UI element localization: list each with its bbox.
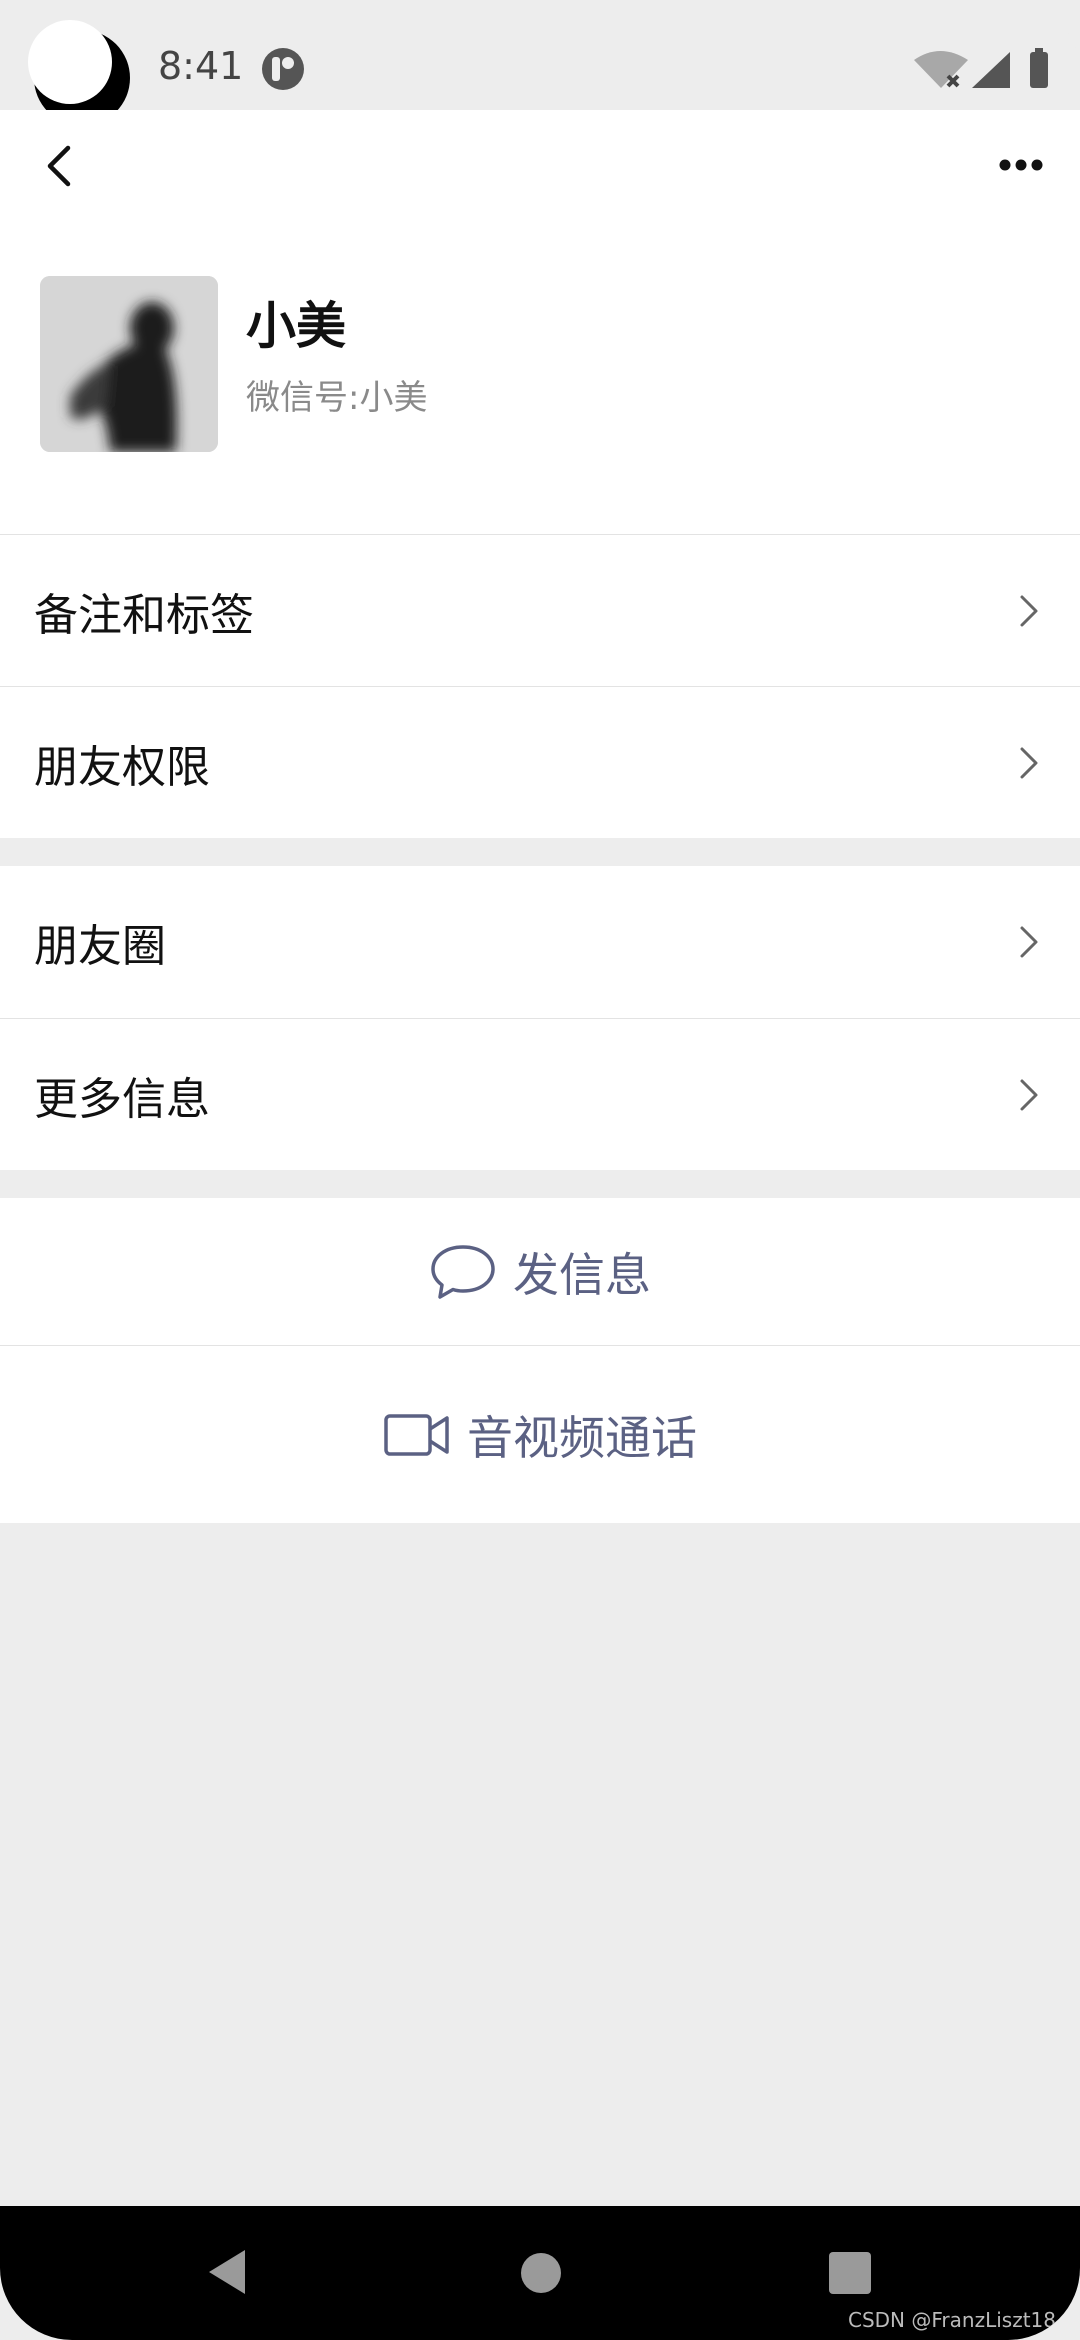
video-camera-icon bbox=[384, 1413, 449, 1456]
chevron-right-icon bbox=[1020, 926, 1038, 958]
more-horizontal-icon bbox=[999, 159, 1043, 171]
battery-icon bbox=[1030, 48, 1048, 88]
list-item-label: 备注和标签 bbox=[34, 589, 254, 641]
list-item-more-info[interactable]: 更多信息 bbox=[0, 1018, 1080, 1170]
nav-recents-button[interactable] bbox=[829, 2252, 871, 2294]
triangle-back-icon bbox=[209, 2250, 245, 2294]
list-item-label: 朋友圈 bbox=[34, 921, 166, 972]
contact-profile-page: 小美 微信号:小美 备注和标签 朋友权限 朋友圈 更多信息 发信息 音视频通话 bbox=[0, 110, 1080, 1523]
send-message-label: 发信息 bbox=[513, 1247, 651, 1302]
status-icons bbox=[914, 48, 1048, 88]
settings-group-2: 朋友圈 更多信息 bbox=[0, 866, 1080, 1170]
settings-group-1: 备注和标签 朋友权限 bbox=[0, 534, 1080, 838]
nav-back-button[interactable] bbox=[205, 2246, 249, 2298]
chevron-left-icon bbox=[47, 145, 71, 187]
action-group: 发信息 音视频通话 bbox=[0, 1198, 1080, 1523]
signal-icon bbox=[972, 52, 1010, 88]
video-call-button[interactable]: 音视频通话 bbox=[0, 1345, 1080, 1523]
send-message-button[interactable]: 发信息 bbox=[0, 1198, 1080, 1345]
phone-screen: 8:41 小美 微信号:小美 备注和标签 朋友权限 朋友圈 更多信息 发信息 音… bbox=[0, 0, 1080, 2340]
profile-header: 小美 微信号:小美 bbox=[0, 220, 1080, 534]
list-item-label: 更多信息 bbox=[34, 1073, 210, 1125]
avatar[interactable] bbox=[40, 276, 218, 452]
section-divider bbox=[0, 1170, 1080, 1198]
wechat-id: 微信号:小美 bbox=[246, 378, 428, 418]
chevron-right-icon bbox=[1020, 747, 1038, 778]
list-item-remarks-and-tags[interactable]: 备注和标签 bbox=[0, 534, 1080, 686]
watermark: CSDN @FranzLiszt18 bbox=[848, 2308, 1056, 2332]
list-item-moments[interactable]: 朋友圈 bbox=[0, 866, 1080, 1018]
app-notification-icon bbox=[262, 48, 304, 90]
avatar-silhouette bbox=[40, 276, 218, 452]
chevron-right-icon bbox=[1020, 1079, 1038, 1110]
nav-home-button[interactable] bbox=[521, 2253, 561, 2293]
wifi-off-icon bbox=[914, 51, 968, 88]
more-options-button[interactable] bbox=[986, 130, 1056, 200]
chevron-right-icon bbox=[1020, 595, 1038, 626]
top-navigation-bar bbox=[0, 110, 1080, 220]
chat-bubble-icon bbox=[431, 1244, 495, 1299]
contact-name: 小美 bbox=[246, 297, 346, 355]
system-navigation-bar: CSDN @FranzLiszt18 bbox=[0, 2206, 1080, 2340]
status-time: 8:41 bbox=[158, 44, 244, 88]
list-item-label: 朋友权限 bbox=[34, 741, 210, 793]
section-divider bbox=[0, 838, 1080, 866]
status-bar: 8:41 bbox=[0, 0, 1080, 126]
video-call-label: 音视频通话 bbox=[467, 1410, 697, 1465]
list-item-friend-permissions[interactable]: 朋友权限 bbox=[0, 686, 1080, 838]
back-button[interactable] bbox=[28, 130, 98, 200]
